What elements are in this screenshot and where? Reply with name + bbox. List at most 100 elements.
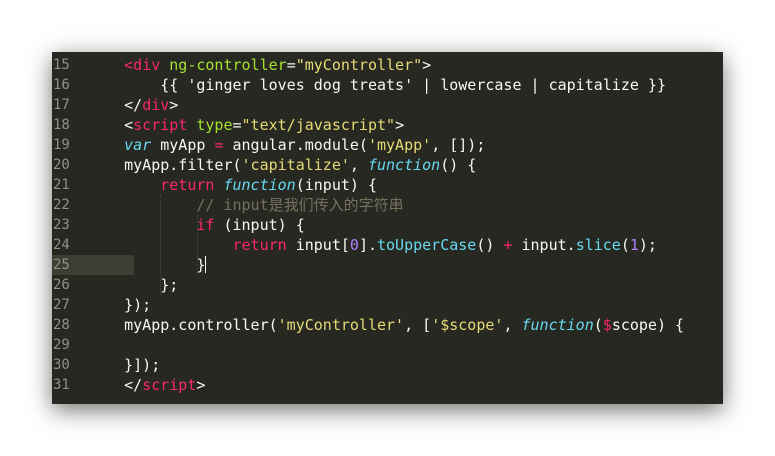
code-line[interactable]: } [88,255,723,275]
code-line[interactable]: // input是我们传入的字符串 [88,195,723,215]
code-line[interactable]: myApp.filter('capitalize', function() { [88,155,723,175]
code-token: > [395,116,405,134]
code-editor-window[interactable]: <div ng-controller="myController"> {{ 'g… [52,52,723,404]
code-token: return [232,236,287,254]
line-number: 15 [53,57,70,73]
code-token: // input是我们传入的字符串 [196,196,404,214]
code-line[interactable] [88,335,723,355]
code-token: 'capitalize' [241,156,350,174]
code-token: , []); [431,136,486,154]
code-token: }; [160,276,179,294]
code-token: 'myApp' [367,136,432,154]
line-number: 20 [53,157,70,173]
code-token: 0 [349,236,359,254]
code-token: ( [620,236,630,254]
code-token: return [160,176,215,194]
code-token: $ [602,316,612,334]
code-token: < [124,116,134,134]
code-token: 1 [629,236,639,254]
line-number: 30 [53,357,70,373]
line-number: 28 [53,317,70,333]
code-token: ]. [358,236,377,254]
code-token: ng-controller [169,56,287,74]
code-token: "text/javascript" [241,116,396,134]
code-token: (input) { [214,216,305,234]
code-line[interactable]: return input[0].toUpperCase() + input.sl… [88,235,723,255]
code-token: {{ 'ginger loves dog treats' | lowercase… [160,76,666,94]
code-token: "myController" [295,56,423,74]
code-token: toUpperCase [377,236,477,254]
code-token: script [142,376,197,394]
code-line[interactable]: }]); [88,355,723,375]
code-token: > [196,376,206,394]
code-token: </ [124,376,143,394]
line-number: 26 [53,277,70,293]
code-token: 'myController' [277,316,405,334]
line-number: 31 [53,377,70,393]
code-token: input[ [286,236,350,254]
current-line-highlight [82,255,134,275]
code-token: , [ [404,316,432,334]
code-line[interactable]: </div> [88,95,723,115]
code-token: (input) { [295,176,377,194]
line-number: 16 [53,77,70,93]
indent-guide [160,195,162,295]
code-token: type [196,116,233,134]
line-number: 29 [53,337,70,353]
code-token: > [169,96,179,114]
code-line[interactable]: if (input) { [88,215,723,235]
code-token: input. [512,236,576,254]
code-token: () [476,236,504,254]
line-number: 23 [53,217,70,233]
line-number: 27 [53,297,70,313]
code-token: } [196,256,206,274]
code-line[interactable]: }; [88,275,723,295]
code-line[interactable]: </script> [88,375,723,395]
code-token: < [124,56,134,74]
code-token: = [286,56,296,74]
code-token: scope) { [611,316,685,334]
code-token: </ [124,96,143,114]
line-number: 18 [53,117,70,133]
code-token: slice [575,236,621,254]
code-line[interactable]: <div ng-controller="myController"> [88,55,723,75]
code-line[interactable]: myApp.controller('myController', ['$scop… [88,315,723,335]
code-token: ); [638,236,657,254]
code-line[interactable]: <script type="text/javascript"> [88,115,723,135]
code-token: div [142,96,170,114]
code-token: myApp.controller( [124,316,278,334]
line-number: 17 [53,97,70,113]
code-line[interactable]: var myApp = angular.module('myApp', []); [88,135,723,155]
code-token: > [422,56,432,74]
code-token: , [503,316,522,334]
line-number: 24 [53,237,70,253]
code-token: script [133,116,188,134]
code-line[interactable]: return function(input) { [88,175,723,195]
code-token: , [349,156,368,174]
code-token: = [232,116,242,134]
line-number: 21 [53,177,70,193]
line-number: 22 [53,197,70,213]
code-line[interactable]: }); [88,295,723,315]
code-token: '$scope' [431,316,504,334]
code-token: div [133,56,161,74]
text-cursor [205,256,207,273]
code-token: }); [124,296,152,314]
line-number: 19 [53,137,70,153]
code-line[interactable]: {{ 'ginger loves dog treats' | lowercase… [88,75,723,95]
